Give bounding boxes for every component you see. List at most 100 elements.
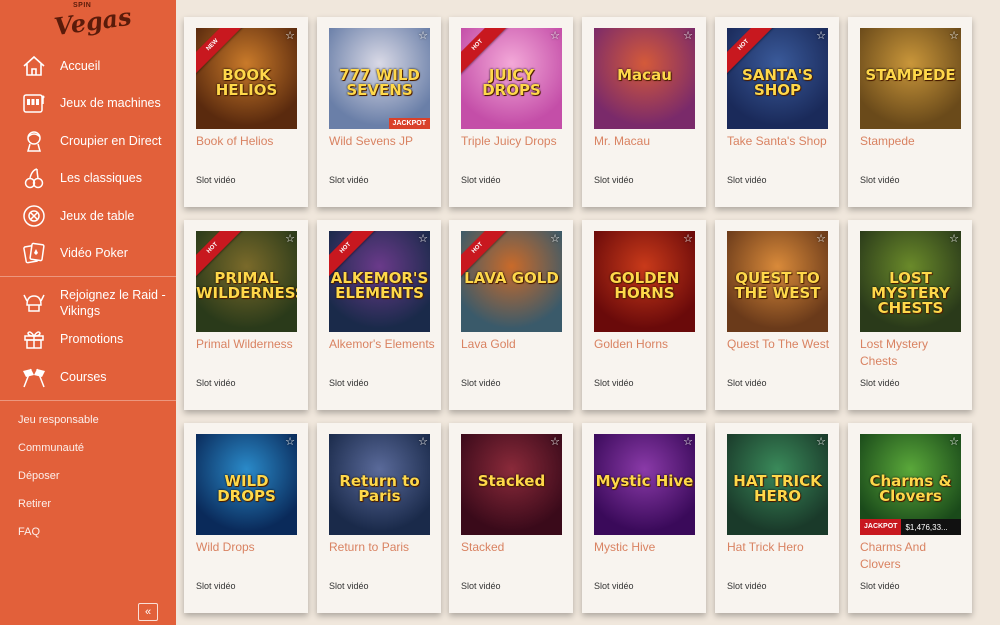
game-thumbnail[interactable]: GOLDEN HORNS ☆ (594, 231, 695, 332)
link-faq[interactable]: FAQ (18, 526, 40, 538)
game-category: Slot vidéo (727, 175, 767, 185)
nav-item-les-classiques[interactable]: Les classiques (0, 162, 176, 194)
game-card[interactable]: LAVA GOLD HOT ☆ Lava Gold Slot vidéo (449, 220, 573, 410)
game-thumbnail[interactable]: Macau ☆ (594, 28, 695, 129)
game-artwork-title: Return to Paris (339, 472, 420, 505)
game-card[interactable]: STAMPEDE ☆ Stampede Slot vidéo (848, 17, 972, 207)
game-card[interactable]: Macau ☆ Mr. Macau Slot vidéo (582, 17, 706, 207)
collapse-sidebar-button[interactable]: « (138, 603, 158, 621)
game-thumbnail[interactable]: STAMPEDE ☆ (860, 28, 961, 129)
game-title[interactable]: Triple Juicy Drops (461, 133, 569, 150)
link-jeu-responsable[interactable]: Jeu responsable (18, 414, 99, 426)
nav-item-accueil[interactable]: Accueil (0, 50, 176, 82)
game-thumbnail[interactable]: Charms & Clovers JACKPOT $1,476,33... ☆ (860, 434, 961, 535)
game-thumbnail[interactable]: WILD DROPS ☆ (196, 434, 297, 535)
favorite-star-icon[interactable]: ☆ (949, 232, 959, 245)
nav-label: Promotions (60, 332, 124, 346)
game-title[interactable]: Stampede (860, 133, 968, 150)
nav-item-jeux-de-table[interactable]: Jeux de table (0, 200, 176, 232)
favorite-star-icon[interactable]: ☆ (683, 232, 693, 245)
game-thumbnail[interactable]: PRIMAL WILDERNESS HOT ☆ (196, 231, 297, 332)
game-thumbnail[interactable]: LAVA GOLD HOT ☆ (461, 231, 562, 332)
nav-label: Les classiques (60, 171, 142, 185)
game-title[interactable]: Quest To The West (727, 336, 835, 353)
game-thumbnail[interactable]: Stacked ☆ (461, 434, 562, 535)
favorite-star-icon[interactable]: ☆ (816, 29, 826, 42)
favorite-star-icon[interactable]: ☆ (418, 435, 428, 448)
game-card[interactable]: QUEST TO THE WEST ☆ Quest To The West Slot … (715, 220, 839, 410)
favorite-star-icon[interactable]: ☆ (550, 232, 560, 245)
favorite-star-icon[interactable]: ☆ (285, 29, 295, 42)
game-category: Slot vidéo (727, 581, 767, 591)
link-deposer[interactable]: Déposer (18, 470, 60, 482)
game-category: Slot vidéo (329, 378, 369, 388)
game-title[interactable]: Wild Drops (196, 539, 304, 556)
nav-item-video-poker[interactable]: Vidéo Poker (0, 237, 176, 269)
nav-item-croupier-en-direct[interactable]: Croupier en Direct (0, 125, 176, 157)
game-title[interactable]: Wild Sevens JP (329, 133, 437, 150)
game-title[interactable]: Book of Helios (196, 133, 304, 150)
game-title[interactable]: Hat Trick Hero (727, 539, 835, 556)
link-communaute[interactable]: Communauté (18, 442, 84, 454)
favorite-star-icon[interactable]: ☆ (550, 29, 560, 42)
nav-item-promotions[interactable]: Promotions (0, 323, 176, 355)
game-card[interactable]: SANTA'S SHOP HOT ☆ Take Santa's Shop Slot vi… (715, 17, 839, 207)
game-card[interactable]: HAT TRICK HERO ☆ Hat Trick Hero Slot vidéo (715, 423, 839, 613)
game-title[interactable]: Stacked (461, 539, 569, 556)
game-card[interactable]: Stacked ☆ Stacked Slot vidéo (449, 423, 573, 613)
game-title[interactable]: Mr. Macau (594, 133, 702, 150)
sidebar-divider (0, 276, 176, 277)
game-title[interactable]: Mystic Hive (594, 539, 702, 556)
game-card[interactable]: 777 WILD SEVENS JACKPOT ☆ Wild Sevens JP Slo… (317, 17, 441, 207)
game-title[interactable]: Charms And Clovers (860, 539, 968, 573)
nav-item-courses[interactable]: Courses (0, 361, 176, 393)
game-artwork-title: PRIMAL WILDERNESS (196, 269, 297, 302)
game-title[interactable]: Lava Gold (461, 336, 569, 353)
game-title[interactable]: Take Santa's Shop (727, 133, 835, 150)
game-thumbnail[interactable]: ALKEMOR'S ELEMENTS HOT ☆ (329, 231, 430, 332)
game-card[interactable]: BOOK HELIOS NEW ☆ Book of Helios Slot vidéo (184, 17, 308, 207)
site-logo[interactable]: SPIN Vegas (52, 2, 133, 42)
game-card[interactable]: Charms & Clovers JACKPOT $1,476,33... ☆ Char… (848, 423, 972, 613)
favorite-star-icon[interactable]: ☆ (285, 435, 295, 448)
game-thumbnail[interactable]: HAT TRICK HERO ☆ (727, 434, 828, 535)
link-retirer[interactable]: Retirer (18, 498, 51, 510)
favorite-star-icon[interactable]: ☆ (683, 435, 693, 448)
game-category: Slot vidéo (196, 175, 236, 185)
favorite-star-icon[interactable]: ☆ (816, 232, 826, 245)
game-card[interactable]: PRIMAL WILDERNESS HOT ☆ Primal Wilderness Sl… (184, 220, 308, 410)
game-card[interactable]: WILD DROPS ☆ Wild Drops Slot vidéo (184, 423, 308, 613)
favorite-star-icon[interactable]: ☆ (949, 29, 959, 42)
game-thumbnail[interactable]: Mystic Hive ☆ (594, 434, 695, 535)
game-card[interactable]: ALKEMOR'S ELEMENTS HOT ☆ Alkemor's Elements… (317, 220, 441, 410)
game-card[interactable]: JUICY DROPS HOT ☆ Triple Juicy Drops Slot vi… (449, 17, 573, 207)
nav-label: Courses (60, 370, 107, 384)
game-title[interactable]: Return to Paris (329, 539, 437, 556)
game-card[interactable]: LOST MYSTERY CHESTS ☆ Lost Mystery Chests S… (848, 220, 972, 410)
nav-label: Vidéo Poker (60, 246, 128, 260)
game-title[interactable]: Alkemor's Elements (329, 336, 437, 353)
game-title[interactable]: Lost Mystery Chests (860, 336, 968, 370)
game-title[interactable]: Golden Horns (594, 336, 702, 353)
nav-item-jeux-de-machines[interactable]: Jeux de machines (0, 87, 176, 119)
game-thumbnail[interactable]: SANTA'S SHOP HOT ☆ (727, 28, 828, 129)
nav-item-raid-vikings[interactable]: Rejoignez le Raid - Vikings (0, 285, 176, 321)
favorite-star-icon[interactable]: ☆ (285, 232, 295, 245)
favorite-star-icon[interactable]: ☆ (418, 232, 428, 245)
game-thumbnail[interactable]: QUEST TO THE WEST ☆ (727, 231, 828, 332)
favorite-star-icon[interactable]: ☆ (550, 435, 560, 448)
game-thumbnail[interactable]: LOST MYSTERY CHESTS ☆ (860, 231, 961, 332)
game-thumbnail[interactable]: BOOK HELIOS NEW ☆ (196, 28, 297, 129)
favorite-star-icon[interactable]: ☆ (683, 29, 693, 42)
game-card[interactable]: Mystic Hive ☆ Mystic Hive Slot vidéo (582, 423, 706, 613)
game-thumbnail[interactable]: 777 WILD SEVENS JACKPOT ☆ (329, 28, 430, 129)
game-thumbnail[interactable]: JUICY DROPS HOT ☆ (461, 28, 562, 129)
game-card[interactable]: GOLDEN HORNS ☆ Golden Horns Slot vidéo (582, 220, 706, 410)
favorite-star-icon[interactable]: ☆ (949, 435, 959, 448)
game-category: Slot vidéo (860, 175, 900, 185)
favorite-star-icon[interactable]: ☆ (418, 29, 428, 42)
game-thumbnail[interactable]: Return to Paris ☆ (329, 434, 430, 535)
game-card[interactable]: Return to Paris ☆ Return to Paris Slot vidé… (317, 423, 441, 613)
game-title[interactable]: Primal Wilderness (196, 336, 304, 353)
favorite-star-icon[interactable]: ☆ (816, 435, 826, 448)
